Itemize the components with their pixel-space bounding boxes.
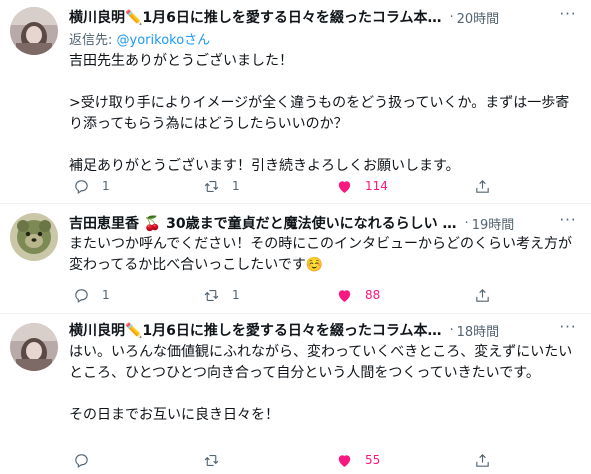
share-icon — [476, 453, 489, 467]
reply-icon — [75, 179, 88, 194]
like-icon — [338, 289, 351, 302]
share-button[interactable] — [474, 450, 491, 470]
separator-dot: · — [464, 215, 469, 231]
tweet-2[interactable]: 吉田恵里香 🍒 30歳まで童貞だと魔法使いになれるらしい … · 19時間 ··… — [0, 204, 591, 311]
tweet-text: またいつか呼んでください！その時にこのインタビューからどのくらい考え方が変わって… — [69, 236, 573, 273]
share-button[interactable] — [474, 285, 491, 305]
retweet-icon — [204, 289, 219, 301]
share-icon — [476, 288, 489, 302]
separator-dot: · — [449, 322, 454, 338]
retweet-button[interactable]: 1 — [203, 285, 240, 305]
avatar-yokokawa[interactable] — [10, 7, 58, 55]
retweet-icon — [204, 454, 219, 466]
reply-button[interactable]: 1 — [73, 176, 110, 196]
author-name[interactable]: 横川良明✏️1月6日に推しを愛する日々を綴ったコラム本… — [69, 7, 442, 27]
reply-to-handle[interactable]: @yorikokoさん — [117, 33, 211, 48]
tweet-text: はい。いろんな価値観にふれながら、変わっていくべきところ、変えずにいたいところ、… — [69, 344, 573, 423]
retweet-button[interactable] — [203, 450, 232, 470]
like-count: 55 — [365, 453, 381, 467]
reply-to-line: 返信先: @yorikokoさん — [69, 29, 210, 48]
tweet-1[interactable]: 横川良明✏️1月6日に推しを愛する日々を綴ったコラム本… · 20時間 ··· … — [0, 0, 591, 199]
action-bar: 1 1 88 — [69, 285, 519, 305]
retweet-button[interactable]: 1 — [203, 176, 240, 196]
separator-dot: · — [449, 9, 454, 25]
like-button[interactable]: 88 — [336, 285, 380, 305]
like-button[interactable]: 114 — [336, 176, 388, 196]
reply-button[interactable]: 1 — [73, 285, 110, 305]
avatar-yoshida[interactable] — [10, 213, 58, 261]
tweet-time[interactable]: 19時間 — [472, 214, 515, 233]
reply-button[interactable] — [73, 450, 102, 470]
avatar-yokokawa[interactable] — [10, 323, 58, 371]
action-bar: 1 1 114 — [69, 176, 519, 196]
like-button[interactable]: 55 — [336, 450, 380, 470]
reply-icon — [75, 288, 88, 303]
reply-count: 1 — [102, 288, 110, 302]
reply-to-label: 返信先: — [69, 33, 113, 48]
retweet-count: 1 — [232, 179, 240, 193]
tweet-text: 吉田先生ありがとうございました！ >受け取り手によりイメージが全く違うものをどう… — [69, 53, 570, 174]
like-icon — [338, 454, 351, 467]
author-name[interactable]: 横川良明✏️1月6日に推しを愛する日々を綴ったコラム本… — [69, 320, 442, 340]
more-icon[interactable]: ··· — [557, 320, 579, 340]
retweet-count: 1 — [232, 288, 240, 302]
reply-count: 1 — [102, 179, 110, 193]
reply-icon — [75, 453, 88, 468]
action-bar: 55 — [69, 450, 519, 470]
tweet-3[interactable]: 横川良明✏️1月6日に推しを愛する日々を綴ったコラム本… · 18時間 ··· … — [0, 314, 591, 474]
share-button[interactable] — [474, 176, 491, 196]
share-icon — [476, 179, 489, 193]
like-count: 88 — [365, 288, 381, 302]
tweet-time[interactable]: 18時間 — [457, 321, 500, 340]
more-icon[interactable]: ··· — [557, 213, 579, 233]
tweet-time[interactable]: 20時間 — [457, 8, 500, 27]
author-name[interactable]: 吉田恵里香 🍒 30歳まで童貞だと魔法使いになれるらしい … — [69, 213, 457, 233]
retweet-icon — [204, 180, 219, 192]
like-count: 114 — [365, 179, 388, 193]
like-icon — [338, 180, 351, 193]
more-icon[interactable]: ··· — [557, 7, 579, 27]
